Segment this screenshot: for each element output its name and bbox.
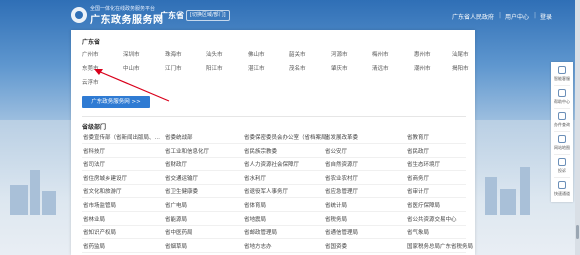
chat-icon (558, 66, 566, 74)
float-case-query[interactable]: 办件查询 (551, 109, 573, 131)
float-label: 办件查询 (554, 122, 570, 127)
scrollbar-track[interactable] (575, 0, 580, 255)
float-complaint[interactable]: 投诉 (551, 155, 573, 177)
float-label: 智能客服 (554, 76, 570, 81)
shortcut-icon (558, 181, 566, 189)
floating-toolbar: 智能客服 帮助中心 办件查询 网站地图 投诉 快速通道 (551, 62, 573, 202)
scrollbar-thumb[interactable] (576, 225, 579, 239)
float-label: 投诉 (558, 168, 566, 173)
float-quick-channel[interactable]: 快速通道 (551, 178, 573, 200)
float-label: 网站地图 (554, 145, 570, 150)
complaint-icon (558, 158, 566, 166)
search-icon (558, 112, 566, 120)
float-label: 快速通道 (554, 191, 570, 196)
float-help-center[interactable]: 帮助中心 (551, 86, 573, 108)
float-site-map[interactable]: 网站地图 (551, 132, 573, 154)
float-smart-service[interactable]: 智能客服 (551, 63, 573, 85)
red-arrow-annotation (94, 69, 170, 102)
help-icon (558, 89, 566, 97)
float-label: 帮助中心 (554, 99, 570, 104)
sitemap-icon (558, 135, 566, 143)
